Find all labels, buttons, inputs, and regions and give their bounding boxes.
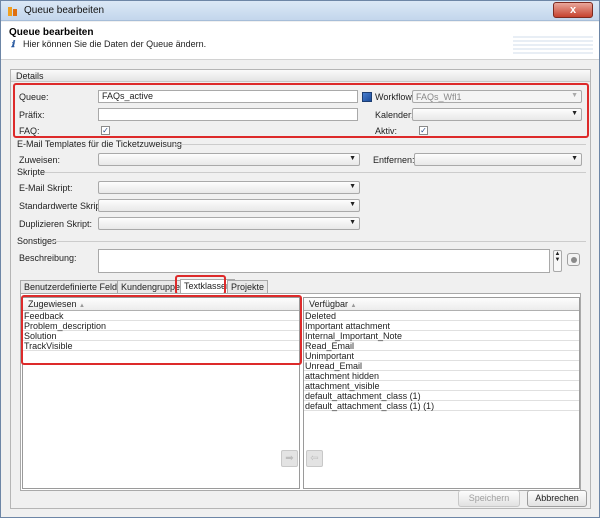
list-item[interactable]: attachment hidden xyxy=(304,371,579,381)
info-icon: ℹ xyxy=(11,39,15,49)
list-item[interactable]: Unread_Email xyxy=(304,361,579,371)
list-item[interactable]: Deleted xyxy=(304,311,579,321)
chevron-down-icon: ▼ xyxy=(349,201,356,208)
sort-up-icon: ▲ xyxy=(350,303,357,309)
standardwerte-skript-select[interactable]: ▼ xyxy=(98,199,360,212)
list-item[interactable]: Internal_Important_Note xyxy=(304,331,579,341)
queue-label: Queue: xyxy=(19,92,49,102)
email-templates-section: E-Mail Templates für die Ticketzuweisung xyxy=(17,139,586,150)
kalender-label: Kalender: xyxy=(375,110,414,120)
workflow-value: FAQs_Wfl1 xyxy=(416,92,462,102)
praefix-label: Präfix: xyxy=(19,110,45,120)
duplizieren-skript-select[interactable]: ▼ xyxy=(98,217,360,230)
duplizieren-skript-label: Duplizieren Skript: xyxy=(19,219,93,229)
kalender-select[interactable]: ▼ xyxy=(412,108,582,121)
tab-benutzerdefinierte-felder[interactable]: Benutzerdefinierte Felder xyxy=(20,280,130,293)
available-header[interactable]: Verfügbar ▲ xyxy=(304,298,579,311)
entfernen-select[interactable]: ▼ xyxy=(414,153,582,166)
list-item[interactable]: Unimportant xyxy=(304,351,579,361)
tab-highlight xyxy=(175,275,226,295)
entfernen-label: Entfernen: xyxy=(373,155,415,165)
email-skript-label: E-Mail Skript: xyxy=(19,183,73,193)
list-item[interactable]: default_attachment_class (1) (1) xyxy=(304,401,579,411)
faq-label: FAQ: xyxy=(19,126,40,136)
beschreibung-label: Beschreibung: xyxy=(19,253,77,263)
app-icon xyxy=(8,7,17,16)
sonstiges-section: Sonstiges xyxy=(17,236,586,247)
details-label: Details xyxy=(16,71,44,81)
cancel-button[interactable]: Abbrechen xyxy=(527,490,587,507)
chevron-down-icon: ▼ xyxy=(349,155,356,162)
chevron-down-icon: ▼ xyxy=(571,110,578,117)
beschreibung-spinner[interactable]: ▲ ▼ xyxy=(553,250,562,272)
email-templates-label: E-Mail Templates für die Ticketzuweisung xyxy=(17,139,182,149)
assigned-highlight xyxy=(21,295,302,365)
workflow-icon[interactable] xyxy=(362,92,372,102)
header-decoration xyxy=(513,34,593,54)
beschreibung-action-button[interactable] xyxy=(567,253,580,266)
main-panel: Details Queue: FAQs_active Workflow: FAQ… xyxy=(10,69,591,509)
workflow-select: FAQs_Wfl1 ▼ xyxy=(412,90,582,103)
dialog-header: Queue bearbeiten ℹ Hier können Sie die D… xyxy=(1,22,599,60)
header-title: Queue bearbeiten xyxy=(9,27,94,38)
zuweisen-label: Zuweisen: xyxy=(19,155,61,165)
aktiv-label: Aktiv: xyxy=(375,126,398,136)
praefix-input[interactable] xyxy=(98,108,358,121)
window-title: Queue bearbeiten xyxy=(24,5,105,16)
chevron-down-icon: ▼ xyxy=(349,219,356,226)
tab-projekte[interactable]: Projekte xyxy=(227,280,269,293)
tab-content: Zugewiesen ▲ Feedback Problem_descriptio… xyxy=(20,293,581,491)
chevron-down-icon: ▼ xyxy=(571,155,578,162)
available-list[interactable]: Verfügbar ▲ Deleted Important attachment… xyxy=(303,297,580,489)
list-item[interactable]: attachment_visible xyxy=(304,381,579,391)
title-bar: Queue bearbeiten x xyxy=(1,1,599,21)
available-header-label: Verfügbar xyxy=(309,299,349,309)
skripte-label: Skripte xyxy=(17,167,46,177)
queue-input[interactable]: FAQs_active xyxy=(98,90,358,103)
faq-checkbox[interactable]: ✓ xyxy=(101,126,110,135)
move-left-button[interactable]: ⇦ xyxy=(306,450,323,467)
zuweisen-select[interactable]: ▼ xyxy=(98,153,360,166)
close-button[interactable]: x xyxy=(553,2,593,18)
skripte-section: Skripte xyxy=(17,167,586,178)
standardwerte-skript-label: Standardwerte Skript: xyxy=(19,201,106,211)
list-item[interactable]: default_attachment_class (1) xyxy=(304,391,579,401)
spin-down-icon[interactable]: ▼ xyxy=(554,257,561,263)
aktiv-checkbox[interactable]: ✓ xyxy=(419,126,428,135)
header-subtitle: Hier können Sie die Daten der Queue ände… xyxy=(23,39,207,49)
email-skript-select[interactable]: ▼ xyxy=(98,181,360,194)
details-header: Details xyxy=(11,70,590,82)
beschreibung-textarea[interactable] xyxy=(98,249,550,273)
chevron-down-icon: ▼ xyxy=(349,183,356,190)
dialog-window: Queue bearbeiten x Queue bearbeiten ℹ Hi… xyxy=(0,0,600,518)
move-right-button[interactable]: ➡ xyxy=(281,450,298,467)
circle-icon xyxy=(571,257,577,263)
workflow-label: Workflow: xyxy=(375,92,415,102)
chevron-down-icon: ▼ xyxy=(571,92,578,99)
list-item[interactable]: Read_Email xyxy=(304,341,579,351)
sonstiges-label: Sonstiges xyxy=(17,236,57,246)
save-button[interactable]: Speichern xyxy=(458,490,520,507)
list-item[interactable]: Important attachment xyxy=(304,321,579,331)
